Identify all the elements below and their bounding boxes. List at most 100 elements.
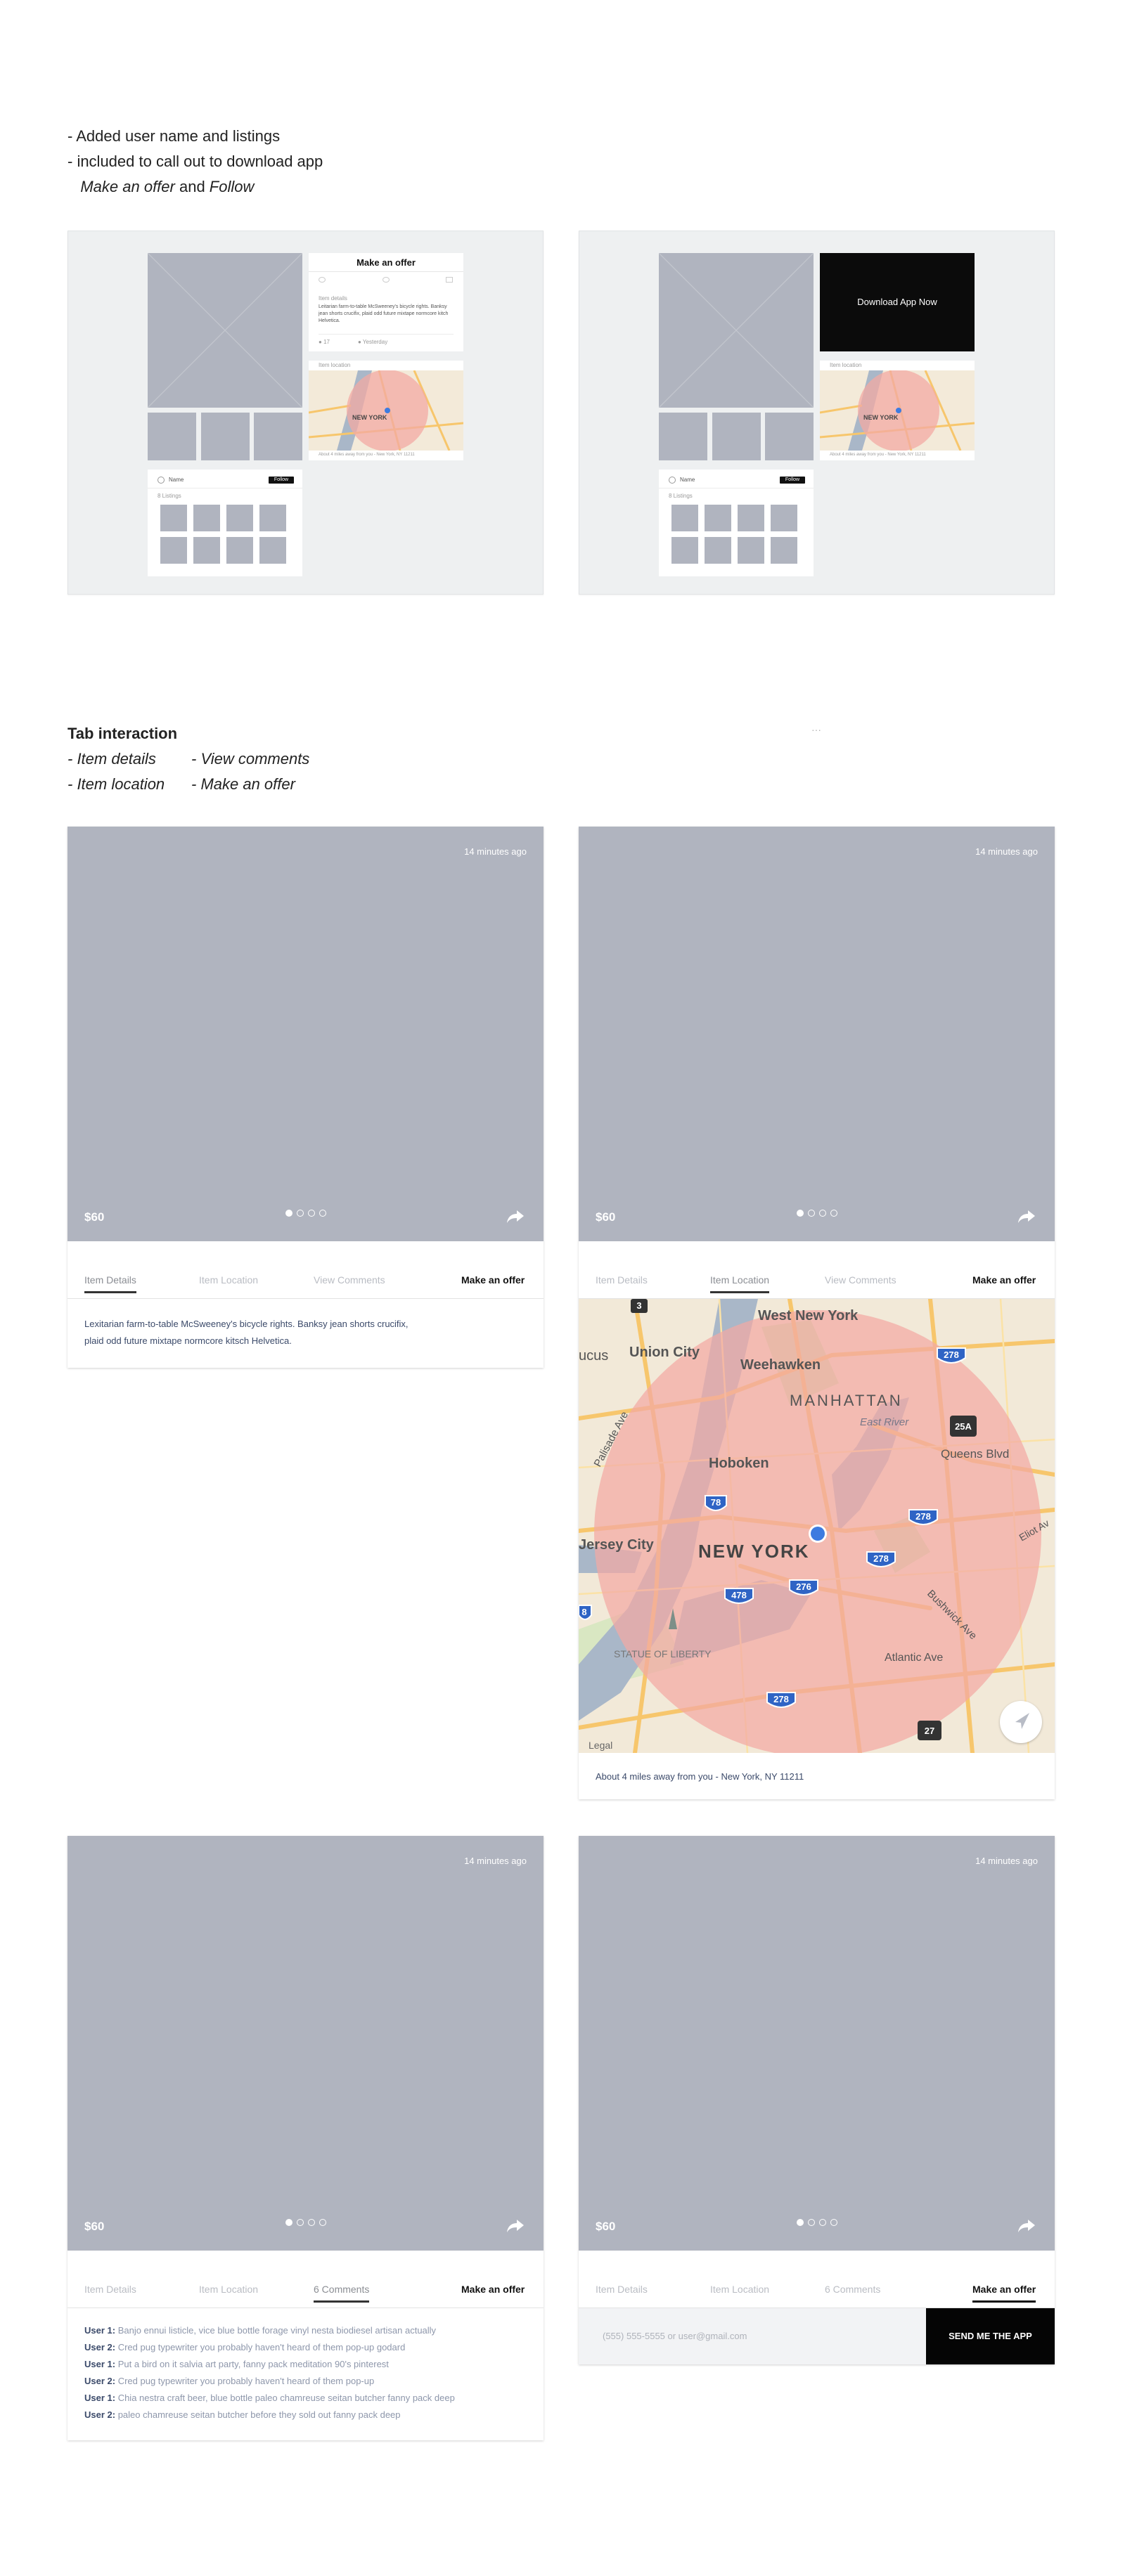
- listing-thumb[interactable]: [705, 537, 731, 564]
- share-icon[interactable]: [446, 277, 453, 283]
- comment-text: Put a bird on it salvia art party, fanny…: [115, 2359, 389, 2369]
- carousel-dot[interactable]: [830, 2219, 837, 2226]
- share-icon[interactable]: [1017, 2218, 1036, 2234]
- note-line-1: - Added user name and listings: [68, 127, 281, 145]
- follow-button[interactable]: Follow: [269, 477, 294, 484]
- listing-thumb[interactable]: [738, 537, 764, 564]
- listing-thumb[interactable]: [671, 537, 698, 564]
- thumb-placeholder[interactable]: [765, 413, 814, 460]
- mini-map[interactable]: NEW YORK: [309, 370, 463, 451]
- item-photo-placeholder[interactable]: 14 minutes ago $60: [579, 827, 1055, 1241]
- tab-interaction-title: Tab interaction: [68, 721, 309, 746]
- location-map[interactable]: West New York Union City Weehawken MANHA…: [579, 1299, 1055, 1753]
- highway-shield: 276: [789, 1579, 818, 1596]
- comment-item: User 2: paleo chamreuse seitan butcher b…: [84, 2407, 527, 2423]
- item-photo-placeholder[interactable]: 14 minutes ago $60: [68, 827, 544, 1241]
- comment-icon[interactable]: [382, 277, 390, 283]
- comment-user[interactable]: User 2:: [84, 2409, 115, 2420]
- avatar[interactable]: [669, 477, 676, 484]
- highway-shield: 3: [631, 1299, 648, 1313]
- tab-make-offer[interactable]: Make an offer: [972, 1274, 1036, 1291]
- tab-item-details[interactable]: Item Details: [596, 2284, 648, 2300]
- listing-thumb[interactable]: [193, 505, 220, 531]
- carousel-dot[interactable]: [830, 1210, 837, 1217]
- phone-email-input[interactable]: (555) 555-5555 or user@gmail.com: [579, 2308, 926, 2364]
- carousel-dot[interactable]: [796, 2219, 804, 2226]
- download-app-label: Download App Now: [857, 297, 937, 307]
- listing-thumb[interactable]: [705, 505, 731, 531]
- tab-item-details[interactable]: Item Details: [84, 2284, 136, 2300]
- likes-count: ● 17: [319, 339, 330, 345]
- carousel-dot[interactable]: [818, 2219, 826, 2226]
- comment-user[interactable]: User 2:: [84, 2342, 115, 2352]
- tab-view-comments[interactable]: View Comments: [314, 1274, 385, 1291]
- carousel-dot[interactable]: [807, 1210, 815, 1217]
- listing-thumb[interactable]: [193, 537, 220, 564]
- user-name[interactable]: Name: [169, 477, 184, 484]
- thumb-placeholder[interactable]: [254, 413, 302, 460]
- thumb-placeholder[interactable]: [201, 413, 250, 460]
- carousel-dot[interactable]: [285, 2219, 292, 2226]
- tab-item-location[interactable]: Item Location: [199, 1274, 258, 1291]
- listing-thumb[interactable]: [259, 505, 286, 531]
- listing-thumb[interactable]: [160, 537, 187, 564]
- mini-map[interactable]: NEW YORK: [820, 370, 975, 451]
- carousel-dot[interactable]: [296, 1210, 304, 1217]
- carousel-dot[interactable]: [319, 2219, 326, 2226]
- follow-button[interactable]: Follow: [780, 477, 805, 484]
- tab-comments[interactable]: 6 Comments: [825, 2284, 880, 2300]
- tab-comments[interactable]: 6 Comments: [314, 2284, 370, 2303]
- carousel-dot[interactable]: [319, 1210, 326, 1217]
- tab-view-comments[interactable]: View Comments: [825, 1274, 896, 1291]
- comment-user[interactable]: User 1:: [84, 2325, 115, 2336]
- carousel-dot[interactable]: [307, 1210, 315, 1217]
- map-label-manhattan: MANHATTAN: [790, 1392, 903, 1409]
- comment-item: User 1: Put a bird on it salvia art part…: [84, 2356, 527, 2373]
- comment-user[interactable]: User 2:: [84, 2376, 115, 2386]
- mini-map-caption: About 4 miles away from you - New York, …: [830, 453, 926, 457]
- tab-item-details[interactable]: Item Details: [84, 1274, 136, 1293]
- listing-thumb[interactable]: [160, 505, 187, 531]
- offer-title[interactable]: Make an offer: [309, 257, 463, 268]
- item-photo-placeholder[interactable]: 14 minutes ago $60: [68, 1836, 544, 2251]
- carousel-dot[interactable]: [818, 1210, 826, 1217]
- heart-icon[interactable]: [319, 277, 326, 283]
- share-icon[interactable]: [506, 2218, 525, 2234]
- listing-thumb[interactable]: [738, 505, 764, 531]
- carousel-dot[interactable]: [296, 2219, 304, 2226]
- listing-thumb[interactable]: [671, 505, 698, 531]
- avatar[interactable]: [158, 477, 165, 484]
- thumb-placeholder[interactable]: [659, 413, 707, 460]
- tab-item-details[interactable]: Item Details: [596, 1274, 648, 1291]
- locate-me-button[interactable]: [1000, 1701, 1042, 1743]
- tab-make-offer[interactable]: Make an offer: [461, 1274, 525, 1291]
- listing-thumb[interactable]: [226, 505, 253, 531]
- carousel-dot[interactable]: [796, 1210, 804, 1217]
- listing-thumb[interactable]: [226, 537, 253, 564]
- map-legal-link[interactable]: Legal: [589, 1740, 612, 1751]
- tab-item-location[interactable]: Item Location: [199, 2284, 258, 2300]
- listing-thumb[interactable]: [771, 537, 797, 564]
- user-name[interactable]: Name: [680, 477, 695, 484]
- tab-item-location[interactable]: Item Location: [710, 1274, 770, 1293]
- listing-thumb[interactable]: [771, 505, 797, 531]
- listing-thumb[interactable]: [259, 537, 286, 564]
- thumb-placeholder[interactable]: [148, 413, 196, 460]
- tab-make-offer[interactable]: Make an offer: [972, 2284, 1036, 2303]
- carousel-dot[interactable]: [285, 1210, 292, 1217]
- listings-count: 8 Listings: [669, 493, 693, 499]
- tab-item-location[interactable]: Item Location: [710, 2284, 769, 2300]
- thumb-placeholder[interactable]: [712, 413, 761, 460]
- comment-user[interactable]: User 1:: [84, 2359, 115, 2369]
- carousel-dot[interactable]: [807, 2219, 815, 2226]
- share-icon[interactable]: [506, 1209, 525, 1224]
- carousel-dot[interactable]: [307, 2219, 315, 2226]
- download-app-card[interactable]: Download App Now: [820, 253, 975, 351]
- mockup-comments: 14 minutes ago $60 Item Details Item Loc…: [68, 1836, 544, 2440]
- item-photo-placeholder[interactable]: 14 minutes ago $60: [579, 1836, 1055, 2251]
- comment-item: User 2: Cred pug typewriter you probably…: [84, 2373, 527, 2390]
- share-icon[interactable]: [1017, 1209, 1036, 1224]
- comment-user[interactable]: User 1:: [84, 2393, 115, 2403]
- tab-make-offer[interactable]: Make an offer: [461, 2284, 525, 2300]
- send-app-button[interactable]: SEND ME THE APP: [926, 2308, 1055, 2364]
